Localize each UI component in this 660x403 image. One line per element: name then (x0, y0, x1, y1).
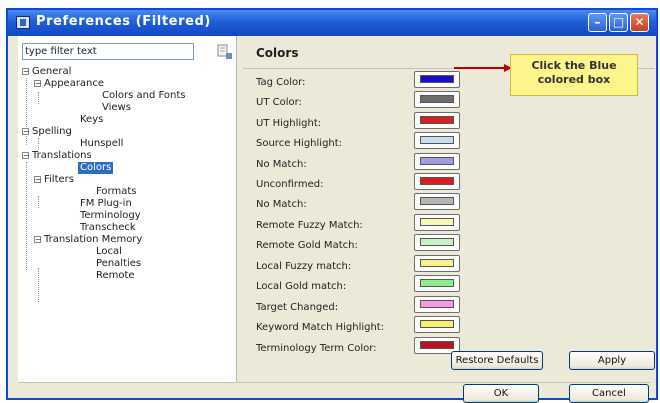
tree-connector (26, 162, 27, 270)
color-swatch-fill (420, 177, 454, 185)
tree-item-penalties[interactable]: Penalties (96, 258, 141, 270)
window-icon (16, 16, 30, 29)
tree-item-label: General (32, 66, 72, 77)
cancel-button[interactable]: Cancel (569, 384, 649, 403)
tree-item-appearance[interactable]: − Appearance (34, 78, 105, 90)
remote-fuzzy-match-button[interactable] (414, 214, 460, 231)
color-row-label: UT Highlight: (256, 118, 322, 129)
color-swatch-fill (420, 116, 454, 124)
color-swatch-fill (420, 95, 454, 103)
color-swatch-fill (420, 136, 454, 144)
tree-item-remote[interactable]: Remote (96, 270, 135, 282)
tree-item-spelling[interactable]: − Spelling (22, 126, 72, 138)
ok-button[interactable]: OK (463, 384, 539, 403)
maximize-icon[interactable]: □ (609, 13, 628, 32)
apply-button[interactable]: Apply (569, 351, 655, 370)
color-row-label: Tag Color: (256, 77, 306, 88)
tag-color-button[interactable] (414, 71, 460, 88)
tree-item-colors[interactable]: Colors (78, 162, 114, 174)
collapse-icon[interactable]: − (34, 80, 42, 88)
tree-item-translations[interactable]: − Translations (22, 150, 92, 162)
preferences-tree-pane: type filter text − General − Appearance Co… (18, 36, 237, 382)
no-match-button[interactable] (414, 193, 460, 210)
window-title: Preferences (Filtered) (36, 14, 211, 29)
color-swatch-fill (420, 300, 454, 308)
close-icon[interactable]: ✕ (630, 13, 649, 32)
tree-item-label: Filters (44, 174, 74, 185)
target-changed-button[interactable] (414, 296, 460, 313)
collapse-icon[interactable]: − (34, 236, 42, 244)
tree-connector (38, 92, 39, 104)
color-row-label: Target Changed: (256, 302, 339, 313)
tree-item-formats[interactable]: Formats (96, 186, 136, 198)
color-row-label: Local Fuzzy match: (256, 261, 352, 272)
keyword-match-highlight-button[interactable] (414, 316, 460, 333)
color-swatch-fill (420, 218, 454, 226)
no-match-button[interactable] (414, 153, 460, 170)
tree-item-label: Translation Memory (44, 234, 143, 245)
restore-defaults-button[interactable]: Restore Defaults (451, 351, 543, 370)
tree-item-colors-and-fonts[interactable]: Colors and Fonts (102, 90, 185, 102)
callout-arrow-icon (454, 64, 512, 72)
tree-item-filters[interactable]: − Filters (34, 174, 74, 186)
collapse-icon[interactable]: − (22, 152, 30, 160)
tree-item-views[interactable]: Views (102, 102, 131, 114)
tree-item-label: Translations (32, 150, 92, 161)
color-swatch-fill (420, 341, 454, 349)
minimize-icon[interactable]: – (588, 13, 607, 32)
ut-color-button[interactable] (414, 91, 460, 108)
tree-item-fm-plug-in[interactable]: FM Plug-in (80, 198, 132, 210)
color-swatch-fill (420, 279, 454, 287)
tree-item-general[interactable]: − General (22, 66, 72, 78)
color-row-label: UT Color: (256, 97, 302, 108)
filter-input[interactable]: type filter text (22, 43, 194, 60)
tree-item-translation-memory[interactable]: − Translation Memory (34, 234, 143, 246)
color-swatch-fill (420, 75, 454, 83)
unconfirmed-button[interactable] (414, 173, 460, 190)
page-title: Colors (256, 46, 299, 60)
ut-highlight-button[interactable] (414, 112, 460, 129)
color-swatch-fill (420, 238, 454, 246)
tree-item-hunspell[interactable]: Hunspell (80, 138, 123, 150)
color-row-label: Remote Fuzzy Match: (256, 220, 363, 231)
color-swatch-fill (420, 320, 454, 328)
color-row-label: Remote Gold Match: (256, 240, 358, 251)
tree-item-keys[interactable]: Keys (80, 114, 103, 126)
color-swatch-fill (420, 259, 454, 267)
tree-item-label: Spelling (32, 126, 72, 137)
tree-item-label: Appearance (44, 78, 105, 89)
color-row-label: Unconfirmed: (256, 179, 324, 190)
tree-item-terminology[interactable]: Terminology (80, 210, 141, 222)
tree-connector (38, 196, 39, 208)
remote-gold-match-button[interactable] (414, 234, 460, 251)
tree-connector (38, 268, 39, 302)
color-row-label: No Match: (256, 159, 307, 170)
collapse-icon[interactable]: − (22, 128, 30, 136)
color-row-label: Local Gold match: (256, 281, 347, 292)
instruction-callout: Click the Blue colored box (510, 54, 638, 96)
color-row-label: Keyword Match Highlight: (256, 322, 385, 333)
callout-line: colored box (537, 73, 611, 86)
tree-connector (38, 138, 39, 150)
color-row-label: No Match: (256, 199, 307, 210)
local-fuzzy-match-button[interactable] (414, 255, 460, 272)
callout-line: Click the Blue (531, 59, 617, 72)
color-swatch-fill (420, 157, 454, 165)
color-row-label: Source Highlight: (256, 138, 343, 149)
collapse-icon[interactable]: − (22, 68, 30, 76)
local-gold-match-button[interactable] (414, 275, 460, 292)
clear-filter-icon[interactable] (216, 43, 233, 60)
footer-divider (18, 382, 650, 383)
tree-item-transcheck[interactable]: Transcheck (80, 222, 136, 234)
color-row-label: Terminology Term Color: (256, 343, 377, 354)
color-swatch-fill (420, 197, 454, 205)
title-bar[interactable]: Preferences (Filtered) – □ ✕ (8, 10, 656, 36)
source-highlight-button[interactable] (414, 132, 460, 149)
collapse-icon[interactable]: − (34, 176, 42, 184)
tree-item-local[interactable]: Local (96, 246, 122, 258)
